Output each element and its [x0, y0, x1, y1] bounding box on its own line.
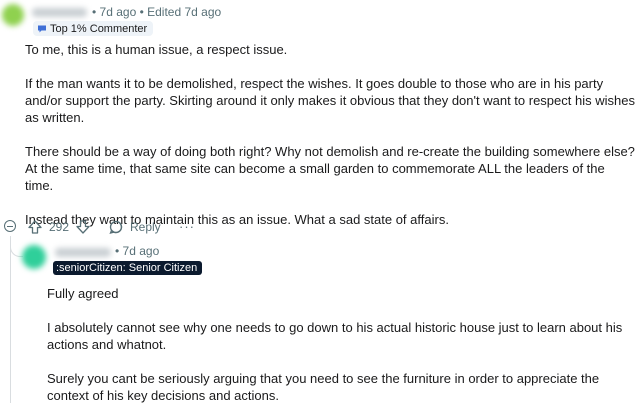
- user-flair: :seniorCitizen: Senior Citizen: [53, 261, 203, 275]
- reply-label: Reply: [130, 220, 161, 234]
- top-commenter-badge: Top 1% Commenter: [33, 21, 154, 36]
- timestamp: 7d ago: [99, 5, 137, 19]
- avatar[interactable]: [22, 245, 46, 269]
- downvote-icon[interactable]: [75, 219, 91, 235]
- upvote-icon[interactable]: [27, 219, 43, 235]
- comment-meta: • 7d ago • Edited 7d ago: [92, 5, 222, 19]
- comment-body: Fully agreed I absolutely cannot see why…: [47, 285, 632, 404]
- vote-group: 292: [27, 218, 91, 236]
- comment-meta: • 7d ago: [115, 244, 160, 258]
- badge-label: Top 1% Commenter: [50, 22, 148, 35]
- reply-button[interactable]: Reply: [108, 218, 161, 236]
- paragraph: I absolutely cannot see why one needs to…: [47, 320, 623, 352]
- edited-label: Edited 7d ago: [147, 5, 222, 19]
- chat-badge-icon: [38, 25, 46, 32]
- paragraph: To me, this is a human issue, a respect …: [25, 42, 288, 57]
- username[interactable]: [32, 8, 87, 17]
- vote-count: 292: [49, 220, 70, 234]
- paragraph: Fully agreed: [47, 286, 119, 301]
- reply-icon: [109, 220, 123, 234]
- thread-connector: [10, 236, 23, 257]
- paragraph: Surely you cant be seriously arguing tha…: [47, 371, 600, 403]
- username[interactable]: [55, 248, 111, 257]
- paragraph: If the man wants it to be demolished, re…: [25, 76, 635, 125]
- thread-line: [10, 236, 11, 403]
- timestamp: 7d ago: [122, 244, 160, 258]
- more-options-button[interactable]: ···: [179, 219, 195, 234]
- comment-body: To me, this is a human issue, a respect …: [25, 41, 635, 228]
- paragraph: There should be a way of doing both righ…: [25, 144, 635, 193]
- collapse-button[interactable]: [4, 220, 16, 232]
- avatar[interactable]: [2, 4, 24, 26]
- minus-icon: [7, 226, 13, 227]
